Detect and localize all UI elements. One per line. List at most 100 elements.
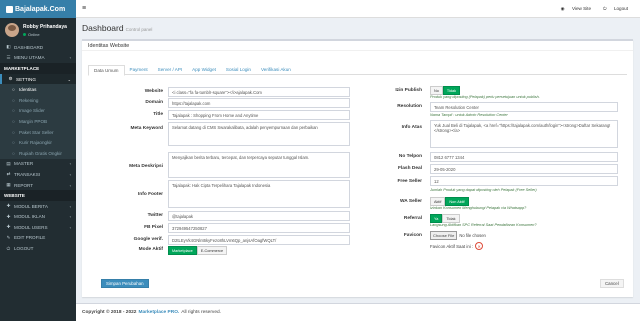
flash-deal-input[interactable]: 29-05-2020 <box>430 164 618 174</box>
chevron-down-icon: ⌄ <box>67 76 71 82</box>
tab-sosial-login[interactable]: Sosial Login <box>221 65 256 74</box>
top-navbar: ≡ ◉ View Site ⏻ Logout <box>76 0 640 18</box>
tab-app-widget[interactable]: App Widget <box>187 65 221 74</box>
settings-tabs: Data Umum Payment Server / API App Widge… <box>88 65 627 76</box>
content-wrapper: Dashboard Control panel Identitas Website… <box>76 18 640 304</box>
referral-label: Referral <box>403 216 422 221</box>
resolution-input[interactable]: Team Resolution Center <box>430 102 618 112</box>
sidebar-item-setting[interactable]: ⚙ SETTING ⌄ <box>0 73 76 85</box>
wa-seller-help: Izinkan Konsumen Menghubungi Pelapak via… <box>430 206 527 210</box>
referral-tidak-toggle[interactable]: Tidak <box>442 214 460 223</box>
website-input[interactable]: <i class="fa fa-tumblr-square"></i>ajala… <box>168 87 350 97</box>
menu-icon: ☰ <box>6 54 11 60</box>
gear-icon: ⚙ <box>8 76 13 82</box>
tab-server-api[interactable]: Server / API <box>153 65 188 74</box>
favicon-current-label: Favicon Aktif Saat ini : <box>430 243 474 249</box>
sidebar-item-margin-ppob[interactable]: ○ Margin PPOB <box>0 116 76 127</box>
favicon-preview-icon[interactable]: ✕ <box>475 242 484 250</box>
circle-icon: ○ <box>12 140 15 146</box>
no-file-text: No file chosen <box>459 233 486 238</box>
logo-icon <box>6 5 13 13</box>
sidebar-item-master[interactable]: ▤ MASTER ‹ <box>0 159 76 170</box>
circle-icon: ○ <box>12 108 15 114</box>
sidebar-item-modul-berita[interactable]: ✚ MODUL BERITA ‹ <box>0 201 76 212</box>
settings-box: Identitas Website Data Umum Payment Serv… <box>82 39 633 297</box>
meta-keyword-textarea[interactable]: Selamat datang di CMS Swarakalibata, ada… <box>168 122 350 146</box>
dashboard-icon: ◧ <box>6 44 11 50</box>
globe-icon: ◉ <box>560 5 566 11</box>
circle-icon: ○ <box>12 129 15 135</box>
free-seller-input[interactable]: 12 <box>430 176 618 186</box>
sidebar-item-rupiah-gratis-ongkir[interactable]: ○ Rupiah Gratis Ongkir <box>0 147 76 159</box>
circle-icon: ○ <box>12 87 15 93</box>
sidebar-item-dashboard[interactable]: ◧ DASHBOARD <box>0 42 76 53</box>
sidebar-item-image-slider[interactable]: ○ Image Slider <box>0 105 76 117</box>
wa-seller-aktif-toggle[interactable]: Aktif <box>430 197 446 206</box>
user-panel: Robby Prihandaya Online <box>0 18 76 42</box>
mode-aktif-label: Mode Aktif <box>138 247 163 252</box>
mode-marketplace-toggle[interactable]: Marketplace <box>168 246 197 255</box>
profile-icon: ✎ <box>6 234 11 240</box>
website-label: Website <box>144 89 163 94</box>
news-icon: ✚ <box>6 203 11 209</box>
tab-verifikasi-akun[interactable]: Verifikasi Akun <box>256 65 296 74</box>
footer-rights: All rights reserved. <box>181 310 221 315</box>
online-dot-icon <box>23 32 26 36</box>
tab-data-umum[interactable]: Data Umum <box>88 65 125 76</box>
meta-description-textarea[interactable]: Menyajikan berita terbaru, tercepat, dan… <box>168 152 350 178</box>
logout-icon: ⏻ <box>6 246 11 252</box>
no-telpon-input[interactable]: 0812 6777 1344 <box>430 152 618 162</box>
user-status: Online <box>23 32 67 37</box>
box-title: Identitas Website <box>82 41 633 51</box>
chevron-left-icon: ‹ <box>69 55 71 61</box>
sidebar-item-report[interactable]: ▦ REPORT ‹ <box>0 180 76 191</box>
resolution-help: Nama Tampil : untuk Admin Resolution Cen… <box>430 113 508 117</box>
footer-brand-link[interactable]: Marketplace PRO. <box>138 310 179 315</box>
sidebar-item-edit-profile[interactable]: ✎ EDIT PROFILE <box>0 233 76 244</box>
wa-seller-label: WA Seller <box>400 199 422 204</box>
izin-publish-no-toggle[interactable]: No <box>430 86 443 95</box>
chevron-left-icon: ‹ <box>69 171 71 177</box>
izin-publish-tidak-toggle[interactable]: Tidak <box>442 86 461 95</box>
choose-file-button[interactable]: Choose File <box>430 231 458 240</box>
info-atas-textarea[interactable]: Yuk Jual Beli di Tajalapak, <a href="htt… <box>430 120 618 148</box>
save-button[interactable]: Simpan Perubahan <box>101 279 149 288</box>
sidebar: Bajalapak.Com Robby Prihandaya Online ◧ D… <box>0 0 76 321</box>
sidebar-menu: ◧ DASHBOARD ☰ MENU UTAMA ‹ MARKETPLACE ⚙ SET… <box>0 42 76 254</box>
title-input[interactable]: Tajalapak : Shopping From Home and Anyti… <box>168 110 350 120</box>
twitter-label: Twitter <box>147 213 163 218</box>
sidebar-item-logout[interactable]: ⏻ LOGOUT <box>0 243 76 254</box>
cancel-button[interactable]: Cancel <box>600 279 624 288</box>
sidebar-item-kurir-rajaongkir[interactable]: ○ Kurir Rajaongkir <box>0 137 76 148</box>
sidebar-item-modul-iklan[interactable]: ✚ MODUL IKLAN ‹ <box>0 212 76 223</box>
page-footer: Copyright © 2018 - 2022 Marketplace PRO.… <box>76 303 640 321</box>
sidebar-item-identitas[interactable]: ○ Identitas <box>0 84 76 95</box>
domain-label: Domain <box>145 100 163 105</box>
free-seller-label: Free Seller <box>397 179 422 184</box>
izin-publish-label: Izin Publish <box>395 88 422 93</box>
cart-icon: ⇄ <box>6 171 11 177</box>
sidebar-item-rekening[interactable]: ○ Rekening <box>0 94 76 106</box>
fb-pixel-input[interactable]: 372949547250827 <box>168 223 350 233</box>
domain-input[interactable]: https://tajalapak.com <box>168 98 350 108</box>
sidebar-item-modul-users[interactable]: ✚ MODUL USERS ‹ <box>0 222 76 233</box>
referral-ya-toggle[interactable]: Ya <box>430 214 443 223</box>
circle-icon: ○ <box>12 118 15 124</box>
brand-logo[interactable]: Bajalapak.Com <box>0 0 76 18</box>
tab-payment[interactable]: Payment <box>125 65 153 74</box>
sidebar-item-menu-utama[interactable]: ☰ MENU UTAMA ‹ <box>0 53 76 64</box>
sidebar-toggle-icon[interactable]: ≡ <box>82 5 86 12</box>
izin-publish-help: Produk yang diposting (Pelapak) perlu pe… <box>430 95 540 99</box>
sidebar-item-paket-star-seller[interactable]: ○ Paket Star Seller <box>0 126 76 138</box>
wa-seller-nonaktif-toggle[interactable]: Non Aktif <box>445 197 469 206</box>
meta-keyword-label: Meta Keyword <box>130 126 163 131</box>
info-footer-textarea[interactable]: Tajalapak: Hak Cipta Terpelihara Tajalap… <box>168 180 350 208</box>
google-verif-input[interactable]: D2tLEyVk4GNlnt6kyFezo8hLVm6Qp_anjsAfOagf… <box>168 235 350 245</box>
sidebar-item-transaksi[interactable]: ⇄ TRANSAKSI ‹ <box>0 169 76 180</box>
twitter-input[interactable]: @tajalapak <box>168 211 350 221</box>
logout-link[interactable]: ⏻ Logout <box>603 6 634 11</box>
page-title: Dashboard Control panel <box>82 23 153 33</box>
mode-ecommerce-toggle[interactable]: E-Commerce <box>196 246 228 255</box>
view-site-link[interactable]: ◉ View Site <box>561 6 597 12</box>
chevron-left-icon: ‹ <box>69 224 71 230</box>
